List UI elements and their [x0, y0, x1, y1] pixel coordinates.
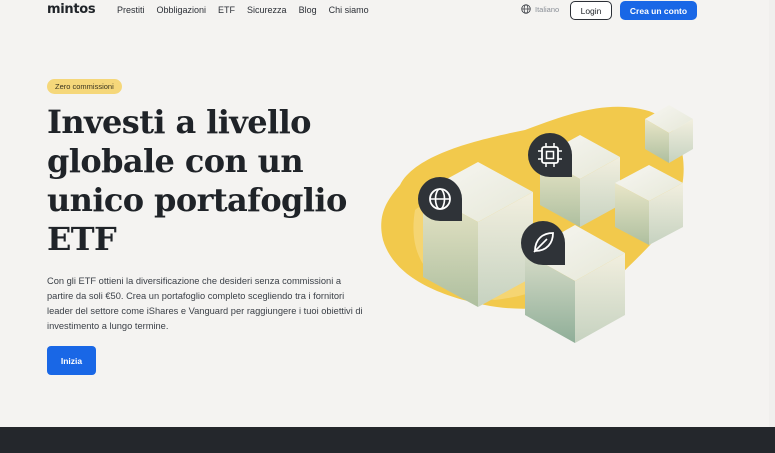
- create-account-button[interactable]: Crea un conto: [620, 1, 697, 20]
- top-navigation: mintos Prestiti Obbligazioni ETF Sicurez…: [0, 0, 775, 22]
- nav-item-blog[interactable]: Blog: [299, 5, 317, 15]
- headline-line: unico portafoglio: [47, 181, 347, 219]
- headline-line: globale con un: [47, 142, 304, 180]
- language-label: Italiano: [535, 4, 560, 14]
- headline-line: Investi a livello: [47, 103, 311, 141]
- dark-section-band: [0, 427, 775, 453]
- nav-item-obbligazioni[interactable]: Obbligazioni: [157, 5, 207, 15]
- globe-icon: [521, 4, 531, 14]
- zero-fees-badge: Zero commissioni: [47, 79, 122, 94]
- hero-headline: Investi a livello globale con un unico p…: [47, 103, 367, 259]
- mintos-logo[interactable]: mintos: [47, 2, 96, 17]
- nav-item-etf[interactable]: ETF: [218, 5, 235, 15]
- nav-item-sicurezza[interactable]: Sicurezza: [247, 5, 287, 15]
- etf-cubes-illustration: [381, 105, 693, 343]
- nav-item-chi-siamo[interactable]: Chi siamo: [329, 5, 369, 15]
- globe-icon: [418, 177, 462, 221]
- leaf-icon: [521, 221, 565, 265]
- headline-line: ETF: [47, 220, 117, 258]
- chip-icon: [528, 133, 572, 177]
- main-menu: Prestiti Obbligazioni ETF Sicurezza Blog…: [117, 5, 381, 15]
- hero-description: Con gli ETF ottieni la diversificazione …: [47, 276, 363, 331]
- nav-item-prestiti[interactable]: Prestiti: [117, 5, 145, 15]
- language-selector[interactable]: Italiano: [521, 4, 559, 14]
- start-button[interactable]: Inizia: [47, 346, 96, 375]
- page-scrollbar[interactable]: [769, 0, 775, 427]
- login-button[interactable]: Login: [570, 1, 612, 20]
